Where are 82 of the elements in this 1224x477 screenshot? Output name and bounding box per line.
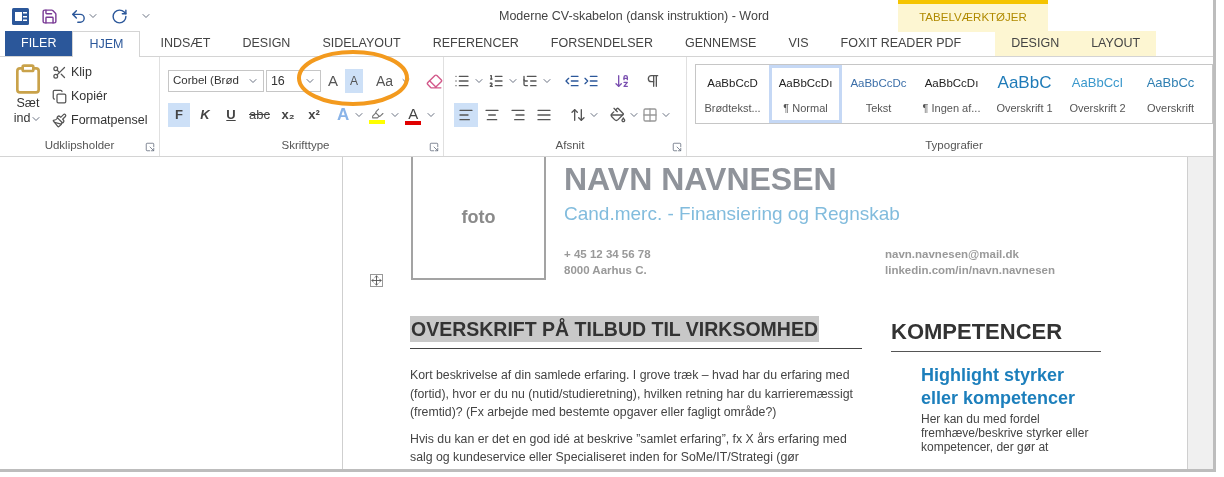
pilcrow-icon[interactable] (645, 73, 661, 89)
sub-heading: Highlight styrker eller kompetencer (921, 364, 1077, 410)
format-button[interactable]: U (220, 103, 242, 127)
dialog-launcher-icon[interactable] (672, 142, 682, 152)
align-button[interactable] (454, 103, 478, 127)
copy-icon (52, 88, 67, 104)
window-title: Moderne CV-skabelon (dansk instruktion) - Word (498, 7, 770, 25)
body-paragraph: Hvis du kan er det en god idé at beskrive ”samlet erfaring”, fx X års erfaring med salg og kundeservice eller Specialiseret inden for SoMe/IT/Strategi (gør (410, 430, 848, 467)
ribbon-tab[interactable]: LAYOUT (1075, 31, 1157, 56)
highlight-color-button[interactable] (369, 106, 386, 124)
style-item[interactable]: AaBbCc Overskrift (1134, 65, 1207, 123)
indent-decrease-icon[interactable] (564, 73, 580, 89)
font-name-field[interactable]: Corbel (Brød (168, 70, 264, 92)
redo-icon[interactable] (111, 7, 128, 25)
indent-increase-icon[interactable] (583, 73, 599, 89)
save-icon[interactable] (41, 7, 58, 25)
paint-bucket-icon[interactable] (610, 107, 626, 123)
clipboard-action[interactable]: Kopiér (52, 86, 148, 106)
cv-name: NAVN NAVNESEN (564, 160, 838, 199)
ribbon-tab[interactable]: REFERENCER (416, 31, 535, 56)
ribbon-tab[interactable]: GENNEMSE (668, 31, 773, 56)
format-button[interactable]: K (194, 103, 216, 127)
group-label: Skrifttype (281, 140, 330, 152)
font-size-button[interactable]: A (322, 69, 343, 93)
bullet-list-icon[interactable] (454, 73, 470, 89)
align-left-icon (458, 107, 474, 123)
align-center-icon (484, 107, 500, 123)
align-right-icon (510, 107, 526, 123)
ribbon-tab[interactable]: FILER (5, 31, 73, 56)
highlighter-icon (369, 106, 385, 120)
cv-subtitle: Cand.merc. - Finansiering og Regnskab (564, 202, 901, 226)
format-button[interactable]: x₂ (276, 103, 299, 127)
style-item[interactable]: AaBbCcDı ¶ Ingen af... (915, 65, 988, 123)
dialog-launcher-icon[interactable] (429, 142, 439, 152)
clipboard-action[interactable]: Klip (52, 62, 148, 82)
style-item[interactable]: AaBbCcDı ¶ Normal (769, 65, 842, 123)
table-move-handle-icon[interactable] (370, 274, 383, 287)
ribbon-tab[interactable]: DESIGN (226, 31, 307, 56)
multilevel-list-icon[interactable] (522, 73, 538, 89)
body-paragraph: Kort beskrivelse af din samlede erfaring. I grove træk – hvad har du erfaring med (fortid), hvor er du nu (nutid/studieretning), hvilken retning har du karrieremæssigt (fremtid)? (Fx arbejde med bestemte opgaver eller fagligt område?) (410, 367, 854, 422)
numbered-list-icon[interactable] (488, 73, 504, 89)
photo-frame: foto (411, 157, 546, 280)
format-button[interactable]: F (168, 103, 190, 127)
style-item[interactable]: AaBbC Overskrift 1 (988, 65, 1061, 123)
brush-icon (52, 112, 67, 128)
context-tab-label: TABELVÆRKTØJER (919, 10, 1027, 26)
style-item[interactable]: AaBbCcI Overskrift 2 (1061, 65, 1134, 123)
align-justify-icon (536, 107, 552, 123)
paste-button[interactable]: Sæt ind (8, 62, 48, 136)
borders-icon[interactable] (642, 107, 658, 123)
section-heading: KOMPETENCER (891, 319, 1063, 344)
eraser-icon[interactable] (426, 72, 443, 90)
format-button[interactable]: abc (246, 103, 273, 127)
ribbon-tab[interactable]: FOXIT READER PDF (824, 31, 978, 56)
scissors-icon (52, 64, 67, 80)
ribbon-tab[interactable]: INDSÆT (144, 31, 227, 56)
group-label: Udklipsholder (44, 140, 115, 152)
ribbon-tab[interactable]: SIDELAYOUT (306, 31, 417, 56)
group-label: Typografier (925, 140, 983, 152)
ribbon-tab[interactable]: DESIGN (995, 31, 1076, 56)
font-size-button[interactable]: A (344, 69, 363, 93)
format-button[interactable]: x² (302, 103, 325, 127)
line-spacing-icon[interactable] (570, 107, 586, 123)
address-text: 8000 Aarhus C. (564, 262, 648, 278)
section-heading: OVERSKRIFT PÅ TILBUD TIL VIRKSOMHED (410, 316, 819, 342)
style-item[interactable]: AaBbCcDc Tekst (842, 65, 915, 123)
phone-text: + 45 12 34 56 78 (564, 246, 652, 262)
ribbon-tab[interactable]: HJEM (72, 31, 141, 57)
ribbon-tab[interactable]: FORSENDELSER (534, 31, 669, 56)
group-label: Afsnit (555, 140, 585, 152)
font-size-field[interactable]: 16 (265, 70, 321, 92)
email-text: navn.navnesen@mail.dk (885, 246, 1020, 262)
clipboard-action[interactable]: Formatpensel (52, 110, 148, 130)
undo-icon[interactable] (70, 7, 87, 25)
font-color-button[interactable]: A (405, 105, 422, 125)
font-size-button[interactable]: Aa (370, 69, 399, 93)
style-item[interactable]: AaBbCcD Brødtekst... (696, 65, 769, 123)
body-paragraph: Her kan du med fordel fremhæve/beskrive styrker eller kompetencer, der gør at (921, 412, 1090, 454)
sort-icon[interactable] (614, 73, 630, 89)
linkedin-text: linkedin.com/in/navn.navnesen (885, 262, 1055, 278)
dialog-launcher-icon[interactable] (145, 142, 155, 152)
ribbon-tab[interactable]: VIS (772, 31, 825, 56)
